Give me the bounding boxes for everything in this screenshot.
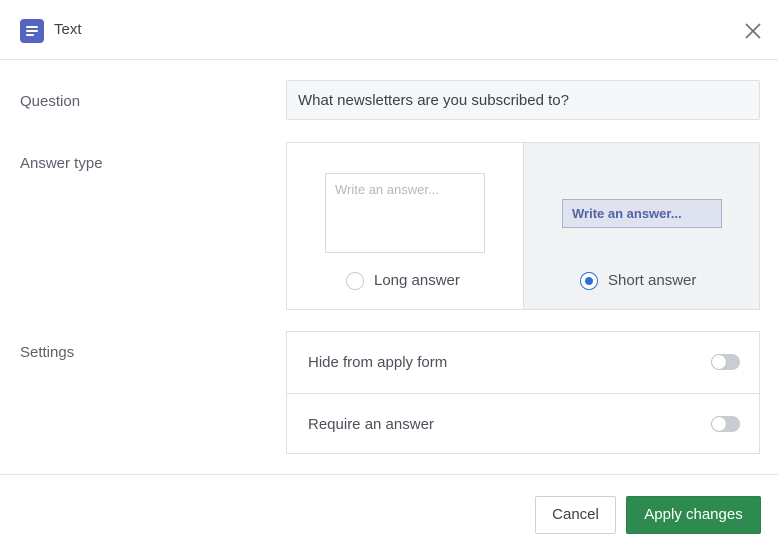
require-answer-label: Require an answer — [308, 416, 434, 433]
hide-from-apply-form-toggle[interactable] — [711, 354, 740, 370]
short-answer-label: Short answer — [608, 272, 697, 289]
hide-from-apply-form-label: Hide from apply form — [308, 354, 448, 371]
long-answer-label: Long answer — [374, 272, 460, 289]
answer-type-selector: Write an answer... Long answer Write an … — [286, 142, 760, 310]
short-answer-preview: Write an answer... — [562, 199, 722, 228]
long-answer-option[interactable]: Write an answer... Long answer — [287, 143, 523, 309]
apply-changes-button[interactable]: Apply changes — [626, 496, 761, 534]
text-lines-icon — [20, 19, 44, 43]
cancel-button[interactable]: Cancel — [535, 496, 616, 534]
settings-panel: Hide from apply form Require an answer — [286, 331, 760, 454]
long-answer-radio[interactable] — [346, 272, 364, 290]
require-answer-toggle[interactable] — [711, 416, 740, 432]
setting-row-hide: Hide from apply form — [287, 332, 759, 393]
dialog-title: Text — [54, 21, 82, 38]
question-label: Question — [20, 93, 81, 110]
long-answer-preview: Write an answer... — [325, 173, 485, 253]
short-answer-option[interactable]: Write an answer... Short answer — [523, 143, 759, 309]
setting-row-require: Require an answer — [287, 393, 759, 454]
short-answer-radio[interactable] — [580, 272, 598, 290]
dialog-footer: Cancel Apply changes — [0, 474, 778, 553]
close-icon[interactable] — [742, 20, 764, 42]
answer-type-label: Answer type — [20, 155, 103, 172]
settings-label: Settings — [20, 344, 75, 361]
question-input[interactable] — [286, 80, 760, 120]
dialog-header: Text — [0, 0, 778, 60]
edit-question-dialog: Text Question Answer type Write an answe… — [0, 0, 778, 553]
